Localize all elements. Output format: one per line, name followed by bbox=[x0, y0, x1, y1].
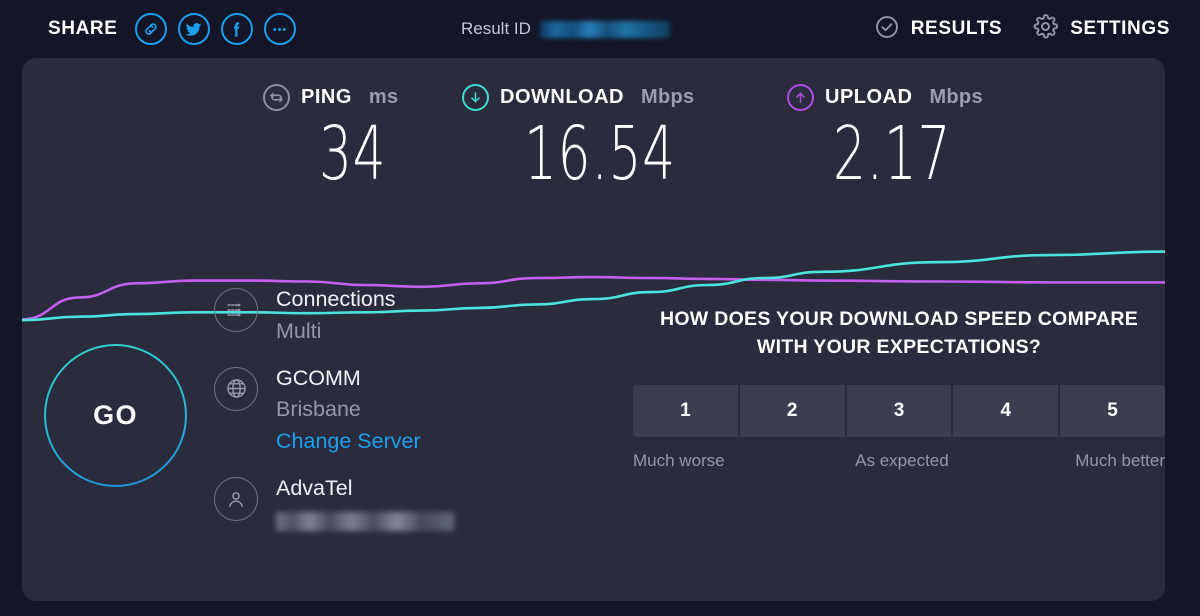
gear-icon bbox=[1032, 13, 1059, 45]
results-label: RESULTS bbox=[910, 18, 1003, 39]
upload-arrow-icon bbox=[787, 84, 814, 111]
metric-download-value: 16.54 bbox=[524, 111, 676, 197]
rating-button-4[interactable]: 4 bbox=[953, 385, 1059, 438]
more-icon[interactable] bbox=[263, 13, 296, 45]
rating-buttons: 12345 bbox=[633, 385, 1165, 438]
info-row-server: GCOMM Brisbane Change Server bbox=[214, 365, 554, 455]
metric-ping-value: 34 bbox=[319, 111, 387, 197]
metric-ping-unit: ms bbox=[368, 86, 399, 108]
multi-connection-icon bbox=[214, 288, 258, 332]
info-text-server: GCOMM Brisbane Change Server bbox=[276, 365, 421, 455]
metric-upload: UPLOAD Mbps 2.17 bbox=[787, 84, 1002, 191]
connection-info: Connections Multi GCOMM Brisbane Change … bbox=[214, 286, 554, 556]
rating-label-mid: As expected bbox=[855, 451, 949, 471]
result-id-value-redacted bbox=[539, 20, 670, 38]
metric-download-name: DOWNLOAD bbox=[500, 86, 624, 108]
top-right-actions: RESULTS SETTINGS bbox=[874, 13, 1170, 45]
speedtest-app: SHARE Result ID RESULTS SETTINGS PING ms… bbox=[0, 0, 1200, 616]
rating-label-high: Much better bbox=[1075, 451, 1165, 471]
metric-upload-value: 2.17 bbox=[833, 111, 952, 197]
check-circle-icon bbox=[874, 14, 900, 45]
settings-label: SETTINGS bbox=[1070, 18, 1170, 39]
server-location: Brisbane bbox=[276, 397, 361, 422]
rating-button-3[interactable]: 3 bbox=[846, 385, 952, 438]
survey-panel: HOW DOES YOUR DOWNLOAD SPEED COMPARE WIT… bbox=[633, 306, 1165, 471]
server-name: GCOMM bbox=[276, 365, 361, 390]
connections-value: Multi bbox=[276, 318, 322, 343]
rating-label-low: Much worse bbox=[633, 451, 725, 471]
results-button[interactable]: RESULTS bbox=[874, 14, 1002, 45]
metric-upload-unit: Mbps bbox=[929, 86, 983, 108]
isp-name: AdvaTel bbox=[276, 476, 353, 501]
isp-ip-redacted bbox=[276, 511, 454, 531]
person-icon bbox=[214, 477, 258, 522]
results-card: PING ms 34 DOWNLOAD Mbps 16.54 UPLOAD Mb… bbox=[22, 58, 1165, 601]
metric-upload-name: UPLOAD bbox=[825, 86, 913, 108]
change-server-link[interactable]: Change Server bbox=[276, 427, 421, 455]
rating-button-2[interactable]: 2 bbox=[739, 385, 845, 438]
survey-heading-line1: HOW DOES YOUR DOWNLOAD SPEED COMPARE bbox=[659, 308, 1139, 330]
info-row-connections: Connections Multi bbox=[214, 286, 554, 345]
share-group: SHARE bbox=[48, 13, 296, 45]
facebook-icon[interactable] bbox=[220, 13, 253, 45]
metric-download-header: DOWNLOAD Mbps bbox=[462, 84, 741, 111]
globe-icon bbox=[214, 366, 258, 411]
info-text-connections: Connections Multi bbox=[276, 286, 396, 345]
ping-icon bbox=[263, 84, 290, 111]
settings-button[interactable]: SETTINGS bbox=[1032, 13, 1170, 45]
connections-title: Connections bbox=[276, 287, 396, 311]
metrics-row: PING ms 34 DOWNLOAD Mbps 16.54 UPLOAD Mb… bbox=[22, 58, 1165, 206]
share-label: SHARE bbox=[48, 18, 118, 39]
link-icon[interactable] bbox=[134, 13, 167, 45]
metric-ping: PING ms 34 bbox=[263, 84, 415, 191]
result-id: Result ID bbox=[461, 19, 670, 39]
survey-heading: HOW DOES YOUR DOWNLOAD SPEED COMPARE WIT… bbox=[633, 306, 1165, 361]
go-button-label: GO bbox=[93, 400, 138, 430]
metric-ping-name: PING bbox=[301, 86, 352, 108]
rating-labels: Much worse As expected Much better bbox=[633, 451, 1165, 471]
info-text-isp: AdvaTel bbox=[276, 475, 454, 536]
twitter-icon[interactable] bbox=[177, 13, 210, 45]
top-bar: SHARE Result ID RESULTS SETTINGS bbox=[0, 0, 1200, 58]
result-id-label: Result ID bbox=[461, 19, 531, 38]
metric-download: DOWNLOAD Mbps 16.54 bbox=[462, 84, 741, 191]
metric-ping-header: PING ms bbox=[263, 84, 415, 111]
info-row-isp: AdvaTel bbox=[214, 475, 554, 536]
rating-button-5[interactable]: 5 bbox=[1060, 385, 1165, 438]
rating-button-1[interactable]: 1 bbox=[633, 385, 738, 438]
metric-download-unit: Mbps bbox=[640, 86, 695, 108]
survey-heading-line2: WITH YOUR EXPECTATIONS? bbox=[756, 335, 1042, 358]
go-button[interactable]: GO bbox=[44, 344, 187, 487]
download-arrow-icon bbox=[462, 84, 489, 111]
metric-upload-header: UPLOAD Mbps bbox=[787, 84, 1002, 111]
